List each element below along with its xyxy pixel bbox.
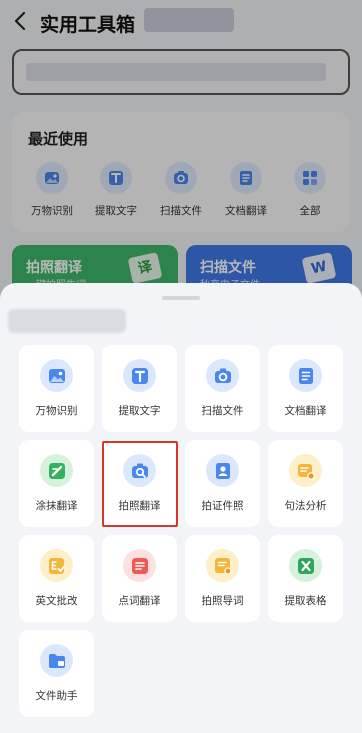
text-extract-icon (123, 359, 156, 392)
photo-import-words-icon (206, 549, 239, 582)
tool-word-translate[interactable]: 点词翻译 (102, 535, 177, 622)
tool-text-extract[interactable]: 提取文字 (102, 345, 177, 432)
tool-document-translate[interactable]: 文档翻译 (268, 345, 343, 432)
tool-image-scan[interactable]: 万物识别 (19, 345, 94, 432)
tool-label: 英文批改 (35, 595, 78, 607)
tool-id-photo[interactable]: 拍证件照 (185, 440, 260, 527)
tool-label: 扫描文件 (201, 405, 244, 417)
id-photo-icon (206, 454, 239, 487)
tool-label: 文件助手 (35, 690, 78, 702)
tool-smear-translate[interactable]: 涂抹翻译 (19, 440, 94, 527)
english-correct-icon (40, 549, 73, 582)
word-translate-icon (123, 549, 156, 582)
tool-camera-scan[interactable]: 扫描文件 (185, 345, 260, 432)
tool-english-correct[interactable]: 英文批改 (19, 535, 94, 622)
tool-label: 涂抹翻译 (35, 500, 78, 512)
excel-extract-icon (289, 549, 322, 582)
tool-file-assistant[interactable]: 文件助手 (19, 630, 94, 717)
image-scan-icon (40, 359, 73, 392)
redacted-sheet-title (8, 309, 126, 333)
tool-label: 拍证件照 (201, 500, 244, 512)
tool-label: 拍照导词 (201, 595, 244, 607)
tools-bottom-sheet: 万物识别 提取文字 扫描文件 文档翻译 涂抹翻译 拍照翻译 拍证件照 句法分析 … (0, 283, 362, 733)
tool-label: 提取文字 (118, 405, 161, 417)
camera-scan-icon (206, 359, 239, 392)
tool-label: 文档翻译 (284, 405, 327, 417)
tool-label: 提取表格 (284, 595, 327, 607)
tool-label: 句法分析 (284, 500, 327, 512)
syntax-analysis-icon (289, 454, 322, 487)
tool-label: 点词翻译 (118, 595, 161, 607)
tool-photo-import-words[interactable]: 拍照导词 (185, 535, 260, 622)
document-translate-icon (289, 359, 322, 392)
selection-highlight (102, 441, 178, 527)
tool-label: 万物识别 (35, 405, 78, 417)
tool-syntax-analysis[interactable]: 句法分析 (268, 440, 343, 527)
sheet-drag-handle[interactable] (162, 296, 200, 300)
tool-excel-extract[interactable]: 提取表格 (268, 535, 343, 622)
smear-translate-icon (40, 454, 73, 487)
file-assistant-icon (40, 644, 73, 677)
